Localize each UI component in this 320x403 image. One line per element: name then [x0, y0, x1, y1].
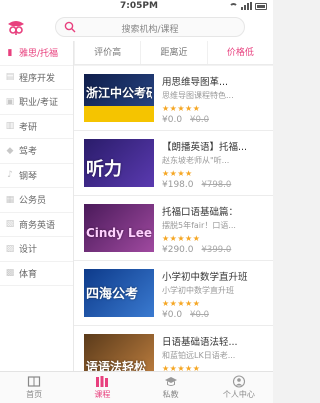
business-icon: ▧ [5, 219, 15, 230]
sidebar-item-label: 设计 [19, 245, 38, 256]
status-time: 7:05PM [120, 1, 158, 11]
sidebar-item-design[interactable]: ▨ 设计 [0, 237, 73, 262]
course-thumbnail: Cindy Lee [84, 204, 154, 252]
course-thumbnail: 听力 [84, 139, 154, 187]
nav-courses[interactable]: 课程 [68, 372, 136, 403]
course-price: ¥0.0 [162, 310, 183, 320]
home-icon [28, 376, 41, 387]
graduation-cap-icon [164, 377, 177, 386]
course-subtitle: 摆脱5年fair！口语... [162, 221, 236, 230]
book-icon: ▮ [7, 47, 13, 58]
battery-icon [255, 2, 267, 10]
wifi-icon [229, 2, 238, 10]
course-subtitle: 赵东坡老师从"听... [162, 156, 230, 165]
course-item[interactable]: 语语法轻松 日语基础语法轻... 和蓝铂远LK日语老... ★★★★★ [74, 326, 273, 371]
piano-icon: ♪ [7, 170, 13, 181]
courses-icon [96, 376, 109, 387]
course-title: 托福口语基础篇： [162, 207, 239, 218]
course-title: 小学初中数学直升班 [162, 272, 248, 283]
nav-label: 课程 [94, 390, 111, 399]
sidebar-item-label: 商务英语 [19, 220, 56, 231]
course-price: ¥290.0 [162, 245, 194, 255]
course-subtitle: 思维导图课程特色... [162, 91, 234, 100]
certificate-icon: ▣ [5, 96, 15, 107]
course-title: 日语基础语法轻... [162, 337, 238, 348]
original-price: ¥0.0 [190, 310, 209, 320]
category-sidebar: ▮ 雅思/托福 ▤ 程序开发 ▣ 职业/考证 ▥ 考研 ◆ 驾考 ♪ 钢琴 ▦ … [0, 41, 74, 371]
thumbnail-text: 听力 [86, 159, 122, 180]
original-price: ¥399.0 [201, 245, 232, 255]
course-thumbnail: 四海公考 [84, 269, 154, 317]
course-price: ¥198.0 [162, 180, 194, 190]
course-subtitle: 和蓝铂远LK日语老... [162, 351, 236, 360]
signal-icon [241, 2, 252, 10]
tab-distance[interactable]: 距离近 [140, 41, 206, 64]
rating-stars: ★★★★★ [162, 104, 201, 113]
sidebar-item-label: 体育 [19, 269, 38, 280]
course-item[interactable]: Cindy Lee 托福口语基础篇： 摆脱5年fair！口语... ★★★★★ … [74, 196, 273, 261]
nav-tutor[interactable]: 私教 [137, 372, 205, 403]
code-icon: ▤ [5, 72, 15, 83]
rating-stars: ★★★★★ [162, 364, 201, 371]
sidebar-item-piano[interactable]: ♪ 钢琴 [0, 164, 73, 188]
tab-price-low[interactable]: 价格低 [206, 41, 273, 64]
civil-servant-icon: ▦ [5, 194, 15, 205]
thumbnail-text: Cindy Lee [86, 226, 152, 240]
course-item[interactable]: 浙江中公考研 用思维导图革... 思维导图课程特色... ★★★★★ ¥0.0 … [74, 66, 273, 131]
course-title: 用思维导图革... [162, 77, 229, 88]
course-price: ¥0.0 [162, 115, 183, 125]
course-item[interactable]: 听力 【朗播英语】托福... 赵东坡老师从"听... ★★★★ ¥198.0 ¥… [74, 131, 273, 196]
course-thumbnail: 语语法轻松 [84, 334, 154, 371]
search-placeholder: 搜索机构/课程 [121, 25, 179, 35]
app-logo-icon[interactable] [5, 16, 27, 38]
rating-stars: ★★★★★ [162, 234, 201, 243]
sidebar-item-label: 驾考 [19, 147, 38, 158]
sidebar-item-label: 钢琴 [19, 171, 38, 182]
sidebar-item-ielts-toefl[interactable]: ▮ 雅思/托福 [0, 41, 73, 66]
nav-profile[interactable]: 个人中心 [205, 372, 273, 403]
sidebar-item-civil-servant[interactable]: ▦ 公务员 [0, 188, 73, 213]
sidebar-item-career-certificate[interactable]: ▣ 职业/考证 [0, 90, 73, 115]
tab-rating[interactable]: 评价高 [74, 41, 140, 64]
thumbnail-text: 语语法轻松 [86, 360, 147, 371]
course-subtitle: 小学初中数学直升班 [162, 286, 234, 295]
rating-stars: ★★★★★ [162, 299, 201, 308]
sidebar-item-label: 程序开发 [19, 73, 56, 84]
search-input[interactable]: 搜索机构/课程 [55, 17, 245, 37]
exam-icon: ▥ [5, 121, 15, 132]
app-header: 搜索机构/课程 [0, 13, 273, 41]
sidebar-item-label: 公务员 [19, 196, 47, 207]
nav-home[interactable]: 首页 [0, 372, 68, 403]
sidebar-item-label: 职业/考证 [19, 98, 59, 109]
user-icon [232, 375, 245, 388]
course-list: 浙江中公考研 用思维导图革... 思维导图课程特色... ★★★★★ ¥0.0 … [74, 66, 273, 371]
sidebar-item-label: 雅思/托福 [19, 49, 59, 60]
course-thumbnail: 浙江中公考研 [84, 74, 154, 122]
sidebar-item-postgrad-exam[interactable]: ▥ 考研 [0, 115, 73, 139]
original-price: ¥0.0 [190, 115, 209, 125]
course-item[interactable]: 四海公考 小学初中数学直升班 小学初中数学直升班 ★★★★★ ¥0.0 ¥0.0 [74, 261, 273, 326]
nav-label: 私教 [162, 390, 179, 399]
design-icon: ▨ [5, 243, 15, 254]
course-title: 【朗播英语】托福... [162, 142, 248, 153]
sidebar-item-business-english[interactable]: ▧ 商务英语 [0, 213, 73, 237]
nav-label: 个人中心 [222, 390, 255, 399]
sidebar-item-sports[interactable]: ▩ 体育 [0, 262, 73, 286]
nav-label: 首页 [26, 390, 43, 399]
sidebar-item-label: 考研 [19, 122, 38, 133]
sidebar-item-driving-test[interactable]: ◆ 驾考 [0, 139, 73, 164]
status-bar: 7:05PM [0, 0, 273, 13]
sports-icon: ▩ [5, 268, 15, 279]
bottom-navigation: 首页 课程 私教 个人中心 [0, 371, 273, 403]
sidebar-item-programming[interactable]: ▤ 程序开发 [0, 66, 73, 90]
sort-tabs: 评价高 距离近 价格低 [74, 41, 273, 65]
thumbnail-text: 四海公考 [86, 287, 139, 302]
thumbnail-text: 浙江中公考研 [86, 86, 152, 100]
original-price: ¥798.0 [201, 180, 232, 190]
car-icon: ◆ [6, 145, 14, 156]
rating-stars: ★★★★ [162, 169, 193, 178]
